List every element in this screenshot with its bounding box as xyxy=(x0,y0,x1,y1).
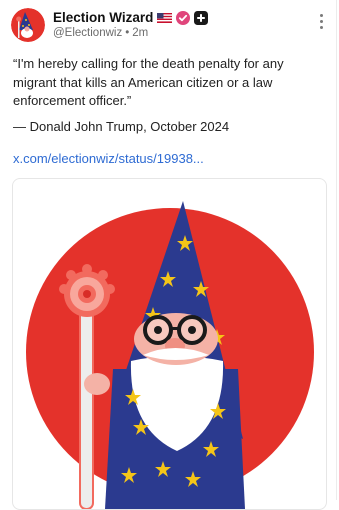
post-header: Election Wizard @Electionwiz • 2m xyxy=(53,9,303,39)
plus-icon[interactable] xyxy=(194,10,209,25)
display-name[interactable]: Election Wizard xyxy=(53,10,153,25)
us-flag-icon xyxy=(157,12,173,23)
timestamp: 2m xyxy=(132,27,149,39)
post-link[interactable]: x.com/electionwiz/status/19938... xyxy=(13,150,313,168)
post: Election Wizard @Electionwiz • 2m “I'm h… xyxy=(0,0,339,510)
divider xyxy=(336,0,337,500)
handle[interactable]: @Electionwiz xyxy=(53,27,122,39)
post-attribution: — Donald John Trump, October 2024 xyxy=(13,119,230,134)
more-options-icon[interactable] xyxy=(317,14,325,34)
verified-badge-icon xyxy=(176,10,191,25)
wizard-logo-icon xyxy=(26,201,314,509)
meta-row: @Electionwiz • 2m xyxy=(53,27,303,39)
wizard-avatar[interactable] xyxy=(11,8,45,42)
name-row: Election Wizard xyxy=(53,9,303,26)
separator: • xyxy=(125,27,130,39)
post-text: “I'm hereby calling for the death penalt… xyxy=(13,56,284,108)
media-card[interactable] xyxy=(12,178,327,510)
